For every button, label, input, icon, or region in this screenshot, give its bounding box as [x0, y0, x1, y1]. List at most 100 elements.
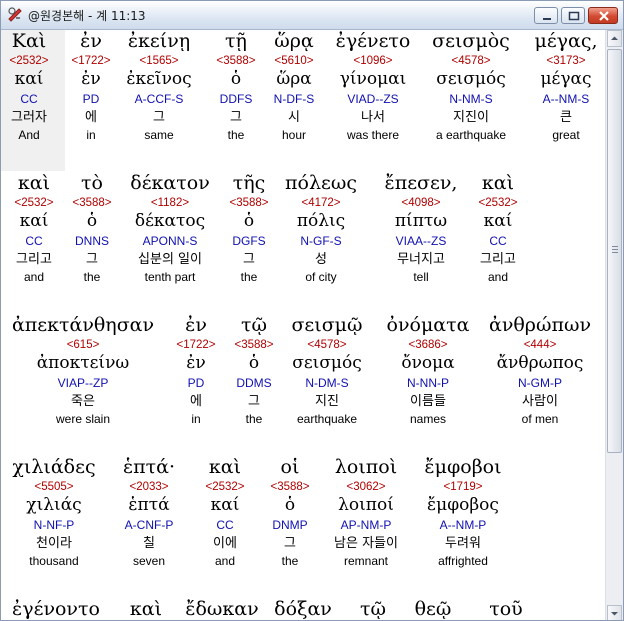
maximize-button[interactable]	[561, 7, 585, 24]
korean-gloss: 그리고	[16, 252, 52, 267]
interlinear-word[interactable]: ἔπεσεν, <4098> πίπτω VIAA--ZS 무너지고 tell	[374, 172, 468, 285]
interlinear-word[interactable]: ἐν <1722> ἐν PD 에 in	[171, 314, 221, 427]
strong-number: <3588>	[270, 481, 310, 493]
interlinear-word[interactable]: πόλεως <4172> πόλις N-GF-S 성 of city	[279, 172, 363, 285]
interlinear-word[interactable]: τὸ <3588> ὁ DNNS 그 the	[68, 172, 116, 285]
parse-code: DNMP	[272, 518, 308, 532]
greek-word: πόλεως	[285, 172, 357, 194]
lexeme: καί	[210, 495, 240, 515]
english-gloss: affrighted	[438, 554, 488, 568]
title-bar[interactable]: @원경본해 - 계 11:13	[1, 1, 623, 30]
interlinear-word[interactable]: ἔμφοβοι <1719> ἔμφοβος A--NM-P 두려워 affrighted	[420, 456, 506, 569]
greek-word: ἔπεσεν,	[384, 172, 458, 194]
lexeme: καί	[14, 69, 44, 89]
greek-word: καὶ	[208, 456, 242, 478]
interlinear-word[interactable]: σεισμὸς <4578> σεισμός N-NM-S 지진이 a earthquak…	[423, 30, 519, 143]
interlinear-word[interactable]: ἐκείνῃ <1565> ἐκεῖνος A-CCF-S 그 same	[114, 30, 204, 143]
interlinear-word[interactable]: ἀπεκτάνθησαν <615> ἀποκτείνω VIAP--ZP 죽은 were…	[8, 314, 158, 427]
korean-gloss: 에	[190, 394, 202, 409]
parse-code: VIAP--ZP	[57, 376, 109, 390]
interlinear-word[interactable]: καὶ	[116, 598, 176, 620]
interlinear-word[interactable]: καὶ <2532> καί CC 이에 and	[197, 456, 253, 569]
greek-word: ἀπεκτάνθησαν	[11, 314, 155, 336]
greek-word: σεισμὸς	[432, 30, 510, 52]
parse-code: PD	[82, 92, 100, 106]
interlinear-word[interactable]: τῷ <3588> ὁ DDMS 그 the	[229, 314, 279, 427]
interlinear-word[interactable]: ἀνθρώπων <444> ἄνθρωπος N-GM-P 사람이 of men	[485, 314, 595, 427]
greek-word: ἐν	[185, 314, 207, 336]
interlinear-word[interactable]: ἐγένοντο	[6, 598, 106, 620]
interlinear-word[interactable]: δέκατον <1182> δέκατος APONN-S 십분의 일이 tenth p…	[120, 172, 220, 285]
korean-gloss: 이에	[213, 536, 237, 551]
greek-word: τὸ	[81, 172, 103, 194]
interlinear-word[interactable]: λοιποὶ <3062> λοιποί AP-NM-P 남은 자들이 remnant	[320, 456, 412, 569]
interlinear-word[interactable]: σεισμῷ <4578> σεισμός N-DM-S 지진 earthquake	[285, 314, 369, 427]
parse-code: N-DF-S	[273, 92, 315, 106]
strong-number: <3062>	[346, 481, 386, 493]
interlinear-word[interactable]: θεῷ	[403, 598, 463, 620]
korean-gloss: 그	[153, 110, 165, 125]
korean-gloss: 시	[288, 110, 300, 125]
interlinear-word[interactable]: καὶ <2532> καί CC 그리고 and	[4, 172, 64, 285]
korean-gloss: 천이라	[36, 536, 72, 551]
greek-word: λοιποὶ	[334, 456, 398, 478]
interlinear-word[interactable]: ἐν <1722> ἐν PD 에 in	[66, 30, 116, 143]
thumb-grip	[612, 252, 618, 253]
english-gloss: same	[144, 128, 174, 142]
strong-number: <4578>	[307, 339, 347, 351]
vertical-scrollbar[interactable]	[605, 30, 623, 620]
parse-code: CC	[25, 234, 43, 248]
interlinear-word[interactable]: ἔδωκαν	[182, 598, 262, 620]
parse-code: N-NM-S	[449, 92, 493, 106]
greek-word: καὶ	[481, 172, 515, 194]
interlinear-word[interactable]: τῷ	[348, 598, 398, 620]
interlinear-view[interactable]: Καὶ <2532> καί CC 그러자 And ἐν <1722> ἐν PD 에 in ἐκείν…	[1, 30, 605, 620]
interlinear-word[interactable]: ὥρᾳ <5610> ὥρα N-DF-S 시 hour	[264, 30, 324, 143]
interlinear-word[interactable]: χιλιάδες <5505> χιλιάς N-NF-P 천이라 thousand	[6, 456, 102, 569]
scroll-up-button[interactable]	[607, 30, 622, 47]
korean-gloss: 두려워	[445, 536, 481, 551]
greek-word: ἔδωκαν	[185, 598, 259, 620]
interlinear-word[interactable]: ἐγένετο <1096> γίνομαι VIAD--ZS 나서 was there	[325, 30, 421, 143]
strong-number: <4098>	[401, 197, 441, 209]
korean-gloss: 무너지고	[397, 252, 445, 267]
interlinear-word[interactable]: Καὶ <2532> καί CC 그러자 And	[1, 30, 57, 143]
interlinear-word[interactable]: μέγας, <3173> μέγας A--NM-S 큰 great	[533, 30, 599, 143]
minimize-button[interactable]	[534, 7, 558, 24]
greek-word: ἐγένοντο	[12, 598, 100, 620]
english-gloss: the	[245, 412, 263, 426]
greek-word: οἱ	[280, 456, 300, 478]
parse-code: N-GF-S	[300, 234, 342, 248]
korean-gloss: 그	[248, 394, 260, 409]
strong-number: <1182>	[150, 197, 190, 209]
korean-gloss: 지진	[315, 394, 339, 409]
korean-gloss: 그리고	[480, 252, 516, 267]
strong-number: <3173>	[546, 55, 586, 67]
scroll-down-button[interactable]	[607, 605, 622, 620]
english-gloss: thousand	[29, 554, 79, 568]
greek-word: τῆς	[232, 172, 266, 194]
interlinear-word[interactable]: ἑπτά· <2033> ἑπτά A-CNF-P 칠 seven	[111, 456, 187, 569]
lexeme: ὁ	[230, 69, 242, 89]
interlinear-word[interactable]: ὀνόματα <3686> ὄνομα N-NN-P 이름들 names	[380, 314, 476, 427]
lexeme: ὁ	[284, 495, 296, 515]
strong-number: <3588>	[216, 55, 256, 67]
window-title: @원경본해 - 계 11:13	[28, 9, 146, 23]
close-button[interactable]	[588, 7, 618, 24]
scroll-thumb[interactable]	[607, 49, 622, 453]
interlinear-word[interactable]: καὶ <2532> καί CC 그리고 and	[468, 172, 528, 285]
interlinear-word[interactable]: τῇ <3588> ὁ DDFS 그 the	[211, 30, 261, 143]
lexeme: ὁ	[243, 211, 255, 231]
english-gloss: and	[23, 270, 45, 284]
parse-code: CC	[20, 92, 38, 106]
korean-gloss: 큰	[560, 110, 572, 125]
interlinear-word[interactable]: τοῦ	[476, 598, 536, 620]
interlinear-word[interactable]: δόξαν	[263, 598, 343, 620]
parse-code: A-CNF-P	[124, 518, 174, 532]
korean-gloss: 지진이	[453, 110, 489, 125]
greek-word: δόξαν	[274, 598, 332, 620]
lexeme: ὄνομα	[401, 353, 455, 373]
interlinear-word[interactable]: οἱ <3588> ὁ DNMP 그 the	[263, 456, 317, 569]
interlinear-word[interactable]: τῆς <3588> ὁ DGFS 그 the	[225, 172, 273, 285]
greek-word: ἑπτά·	[122, 456, 176, 478]
